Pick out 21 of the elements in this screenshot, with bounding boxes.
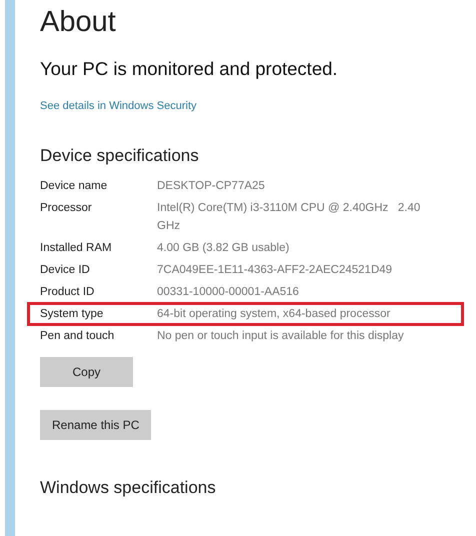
spec-value: 4.00 GB (3.82 GB usable) [157,240,290,256]
spec-label: Processor [40,200,93,216]
rename-button[interactable]: Rename this PC [40,410,152,440]
status-text: Your PC is monitored and protected. [40,57,338,81]
section-heading: Windows specifications [40,476,216,498]
spec-label: Product ID [40,284,96,300]
spec-value: 64-bit operating system, x64-based processor [157,306,392,322]
page-title: About [40,5,116,40]
spec-value: 00331-10000-00001-AA516 [157,284,300,300]
spec-label: Pen and touch [40,328,116,344]
spec-value: 7CA049EE-1E11-4363-AFF2-2AEC24521D49 [157,262,394,278]
spec-label: System type [40,306,104,322]
security-link[interactable]: See details in Windows Security [40,98,197,114]
section-heading: Device specifications [40,144,199,166]
copy-button[interactable]: Copy [40,356,133,386]
spec-label: Installed RAM [40,240,113,256]
spec-label: Device name [40,178,108,194]
spec-label: Device ID [40,262,91,278]
spec-value: Intel(R) Core(TM) i3-3110M CPU @ 2.40GHz 2.40 GHz [157,200,422,234]
spec-value: DESKTOP-CP77A25 [157,178,266,194]
spec-value: No pen or touch input is available for this display [157,328,405,344]
